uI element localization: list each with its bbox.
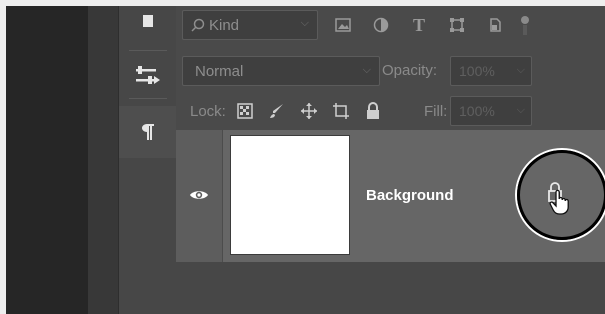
- fill-label: Fill:: [424, 103, 448, 120]
- chevron-down-icon: ⌵: [516, 104, 525, 116]
- smart-object-filter-icon[interactable]: [486, 16, 504, 34]
- filter-icons: T: [334, 14, 534, 36]
- photoshop-window: Kind ⌵ T Normal ⌵ Opacity: 100% ⌵ Lock: …: [6, 6, 605, 314]
- panel-gutter: [88, 6, 118, 314]
- eye-icon: [189, 188, 209, 207]
- tool-separator: [129, 50, 167, 51]
- lock-label: Lock:: [190, 103, 226, 120]
- hand-cursor-icon: [549, 189, 569, 215]
- paragraph-icon[interactable]: [119, 106, 177, 158]
- adjustments-icon[interactable]: [119, 56, 177, 96]
- adjustment-filter-icon[interactable]: [372, 16, 390, 34]
- lock-options: [234, 100, 384, 122]
- lock-transparent-pixels-icon[interactable]: [234, 100, 256, 122]
- filter-kind-select[interactable]: Kind ⌵: [182, 10, 318, 40]
- layers-panel: Kind ⌵ T Normal ⌵ Opacity: 100% ⌵ Lock: …: [176, 6, 605, 314]
- layers-empty-area: [176, 262, 605, 314]
- canvas-area: [6, 6, 88, 314]
- filter-kind-label: Kind: [209, 16, 240, 34]
- type-filter-icon[interactable]: T: [410, 15, 428, 35]
- tool-icon[interactable]: [119, 6, 177, 36]
- chevron-down-icon: ⌵: [516, 64, 525, 76]
- fill-field[interactable]: 100% ⌵: [450, 96, 532, 126]
- layer-name[interactable]: Background: [366, 187, 454, 204]
- lock-artboard-icon[interactable]: [330, 100, 352, 122]
- layer-visibility-toggle[interactable]: [176, 130, 223, 262]
- blend-mode-value: Normal: [195, 62, 244, 80]
- opacity-label: Opacity:: [382, 62, 438, 79]
- tool-separator: [129, 98, 167, 99]
- lock-position-icon[interactable]: [298, 100, 320, 122]
- lock-all-icon[interactable]: [362, 100, 384, 122]
- lock-image-pixels-icon[interactable]: [266, 100, 288, 122]
- filter-toggle-icon[interactable]: [516, 16, 534, 35]
- layer-row-background[interactable]: Background: [176, 130, 605, 262]
- side-tool-strip: [118, 6, 178, 314]
- chevron-down-icon: ⌵: [362, 64, 371, 76]
- shape-filter-icon[interactable]: [448, 16, 466, 34]
- layer-thumbnail[interactable]: [230, 135, 350, 255]
- layer-lock-button[interactable]: [545, 180, 573, 216]
- opacity-value: 100%: [459, 63, 495, 79]
- search-icon: [191, 18, 205, 32]
- opacity-field[interactable]: 100% ⌵: [450, 56, 532, 86]
- chevron-down-icon: ⌵: [300, 17, 309, 29]
- blend-mode-select[interactable]: Normal ⌵: [182, 56, 380, 86]
- fill-value: 100%: [459, 103, 495, 119]
- image-filter-icon[interactable]: [334, 16, 352, 34]
